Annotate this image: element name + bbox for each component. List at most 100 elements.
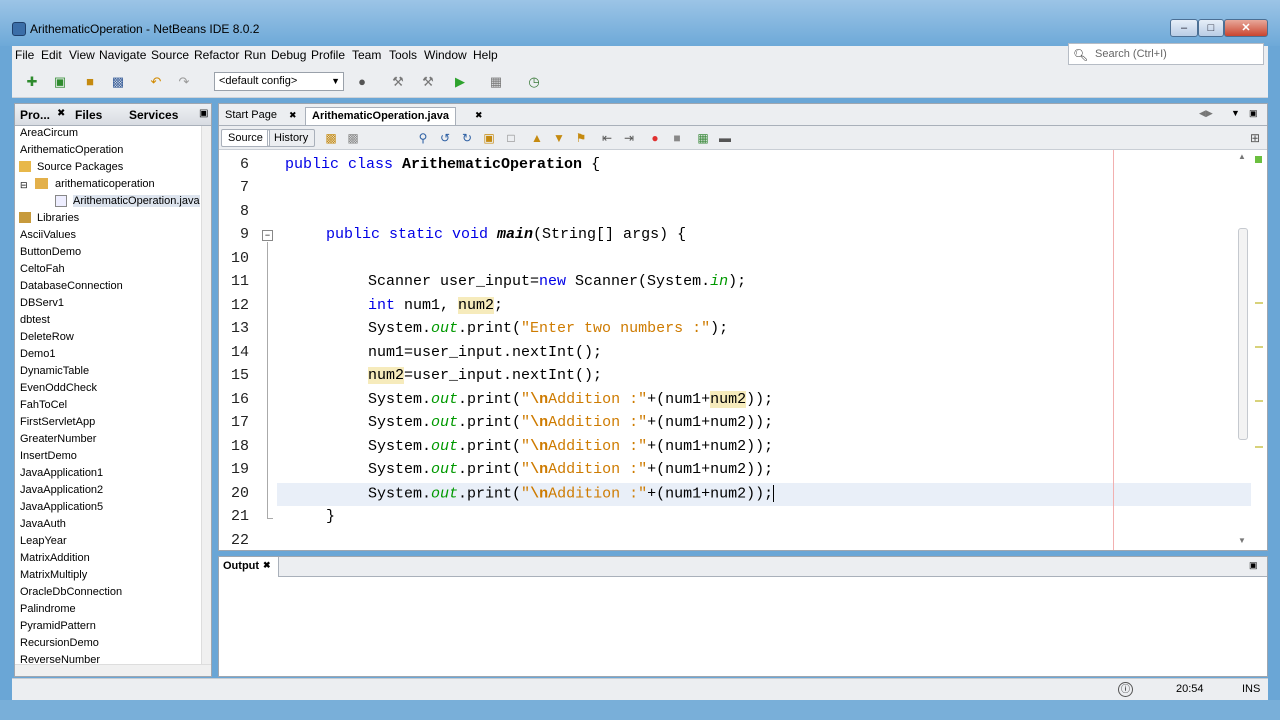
config-select[interactable]: <default config> ▼ (214, 72, 344, 91)
tree-item[interactable]: ArithematicOperation (20, 144, 123, 156)
tree-item[interactable]: InsertDemo (20, 450, 77, 462)
tree-item[interactable]: JavaApplication5 (20, 501, 103, 513)
tree-item[interactable]: FirstServletApp (20, 416, 95, 428)
run-icon[interactable]: ▶ (450, 72, 470, 92)
tree-item[interactable]: JavaAuth (20, 518, 66, 530)
tree-item[interactable]: PyramidPattern (20, 620, 96, 632)
tree-item[interactable]: DatabaseConnection (20, 280, 123, 292)
editor-vertical-scrollbar[interactable]: ▲ ▼ (1235, 150, 1249, 550)
tree-item[interactable]: DynamicTable (20, 365, 89, 377)
shift-left-icon[interactable]: ⇤ (599, 131, 615, 145)
menu-tools[interactable]: Tools (389, 48, 417, 62)
occurrence-mark[interactable] (1255, 302, 1263, 304)
menu-refactor[interactable]: Refactor (194, 48, 239, 62)
tree-item-selected[interactable]: ArithematicOperation.java (73, 195, 200, 207)
comment-icon[interactable]: ▦ (695, 131, 711, 145)
notifications-icon[interactable]: ⓘ (1118, 682, 1133, 697)
scrollbar-thumb[interactable] (1238, 228, 1248, 440)
tree-item[interactable]: CeltoFah (20, 263, 65, 275)
minimize-icon[interactable]: ▣ (199, 108, 208, 119)
next-bookmark-icon[interactable]: ▼ (551, 131, 567, 145)
build-hammer-icon[interactable]: ⚒ (388, 72, 408, 92)
tab-history[interactable]: History (267, 129, 316, 147)
tab-list-icon[interactable]: ▼ (1231, 108, 1240, 118)
tree-item[interactable]: OracleDbConnection (20, 586, 122, 598)
tree-item[interactable]: RecursionDemo (20, 637, 99, 649)
tree-item[interactable]: Demo1 (20, 348, 55, 360)
undo-icon[interactable]: ↶ (146, 72, 166, 92)
tree-item[interactable]: dbtest (20, 314, 50, 326)
scroll-down-icon[interactable]: ▼ (1238, 536, 1246, 545)
occurrence-mark[interactable] (1255, 400, 1263, 402)
tab-projects[interactable]: Pro... (20, 108, 50, 122)
menu-view[interactable]: View (69, 48, 95, 62)
close-icon[interactable]: ✖ (475, 110, 483, 121)
stop-macro-icon[interactable]: ■ (669, 131, 685, 145)
tree-item[interactable]: AreaCircum (20, 127, 78, 139)
menu-file[interactable]: File (15, 48, 34, 62)
maximize-icon[interactable]: ▣ (1249, 108, 1258, 119)
tree-item[interactable]: FahToCel (20, 399, 67, 411)
close-icon[interactable]: ✖ (263, 560, 271, 571)
vertical-scrollbar[interactable] (201, 126, 211, 666)
scroll-tabs-icon[interactable]: ◀▶ (1199, 108, 1213, 119)
search-input[interactable]: 🔍︎ Search (Ctrl+I) (1068, 43, 1264, 65)
new-project-icon[interactable]: ▣ (50, 72, 70, 92)
minimize-button[interactable]: – (1170, 19, 1198, 37)
shift-right-icon[interactable]: ⇥ (621, 131, 637, 145)
menu-help[interactable]: Help (473, 48, 498, 62)
occurrence-mark[interactable] (1255, 446, 1263, 448)
fold-icon[interactable]: − (262, 230, 273, 241)
close-icon[interactable]: ✖ (57, 108, 65, 119)
tree-item[interactable]: Palindrome (20, 603, 76, 615)
tree-item[interactable]: DBServ1 (20, 297, 64, 309)
menu-team[interactable]: Team (352, 48, 381, 62)
toggle-highlight-icon[interactable]: ▣ (481, 131, 497, 145)
tree-item[interactable]: JavaApplication1 (20, 467, 103, 479)
find-previous-icon[interactable]: ↺ (437, 131, 453, 145)
profile-icon[interactable]: ◷ (524, 72, 544, 92)
tab-source[interactable]: Source (221, 129, 270, 147)
close-icon[interactable]: ✖ (289, 110, 297, 121)
tree-item[interactable]: arithematicoperation (55, 178, 155, 190)
prev-bookmark-icon[interactable]: ▲ (529, 131, 545, 145)
globe-icon[interactable]: ● (352, 72, 372, 92)
save-all-icon[interactable]: ▩ (108, 72, 128, 92)
back-icon[interactable]: ▩ (345, 131, 361, 145)
find-next-icon[interactable]: ↻ (459, 131, 475, 145)
tree-item[interactable]: LeapYear (20, 535, 67, 547)
horizontal-scrollbar[interactable] (15, 664, 211, 676)
clean-build-icon[interactable]: ⚒ (418, 72, 438, 92)
maximize-button[interactable]: □ (1198, 19, 1224, 37)
tab-start-page[interactable]: Start Page (219, 107, 283, 125)
tree-item[interactable]: MatrixMultiply (20, 569, 87, 581)
start-macro-icon[interactable]: ● (647, 131, 663, 145)
toggle-bookmark-icon[interactable]: ⚑ (573, 131, 589, 145)
find-icon[interactable]: ⚲ (415, 131, 431, 145)
tree-item[interactable]: ButtonDemo (20, 246, 81, 258)
open-project-icon[interactable]: ■ (80, 72, 100, 92)
redo-icon[interactable]: ↷ (174, 72, 194, 92)
selection-icon[interactable]: □ (503, 131, 519, 145)
new-file-icon[interactable]: ✚ (22, 72, 42, 92)
menu-debug[interactable]: Debug (271, 48, 306, 62)
tab-files[interactable]: Files (75, 108, 102, 122)
scroll-up-icon[interactable]: ▲ (1238, 152, 1246, 161)
menu-run[interactable]: Run (244, 48, 266, 62)
menu-edit[interactable]: Edit (41, 48, 62, 62)
debug-icon[interactable]: ▦ (486, 72, 506, 92)
menu-window[interactable]: Window (424, 48, 467, 62)
last-edit-icon[interactable]: ▩ (323, 131, 339, 145)
close-button[interactable]: ✕ (1224, 19, 1268, 37)
collapse-icon[interactable]: ⊟ (20, 180, 28, 191)
tree-item[interactable]: MatrixAddition (20, 552, 90, 564)
tree-item[interactable]: GreaterNumber (20, 433, 96, 445)
tab-services[interactable]: Services (129, 108, 178, 122)
tab-arithematicoperation-java[interactable]: ArithematicOperation.java (305, 107, 456, 125)
tree-item[interactable]: AsciiValues (20, 229, 76, 241)
split-icon[interactable]: ⊞ (1247, 131, 1263, 145)
tree-item[interactable]: Libraries (37, 212, 79, 224)
minimize-icon[interactable]: ▣ (1249, 560, 1258, 571)
occurrence-mark[interactable] (1255, 346, 1263, 348)
code-area[interactable]: public class ArithematicOperation { publ… (277, 150, 1255, 550)
